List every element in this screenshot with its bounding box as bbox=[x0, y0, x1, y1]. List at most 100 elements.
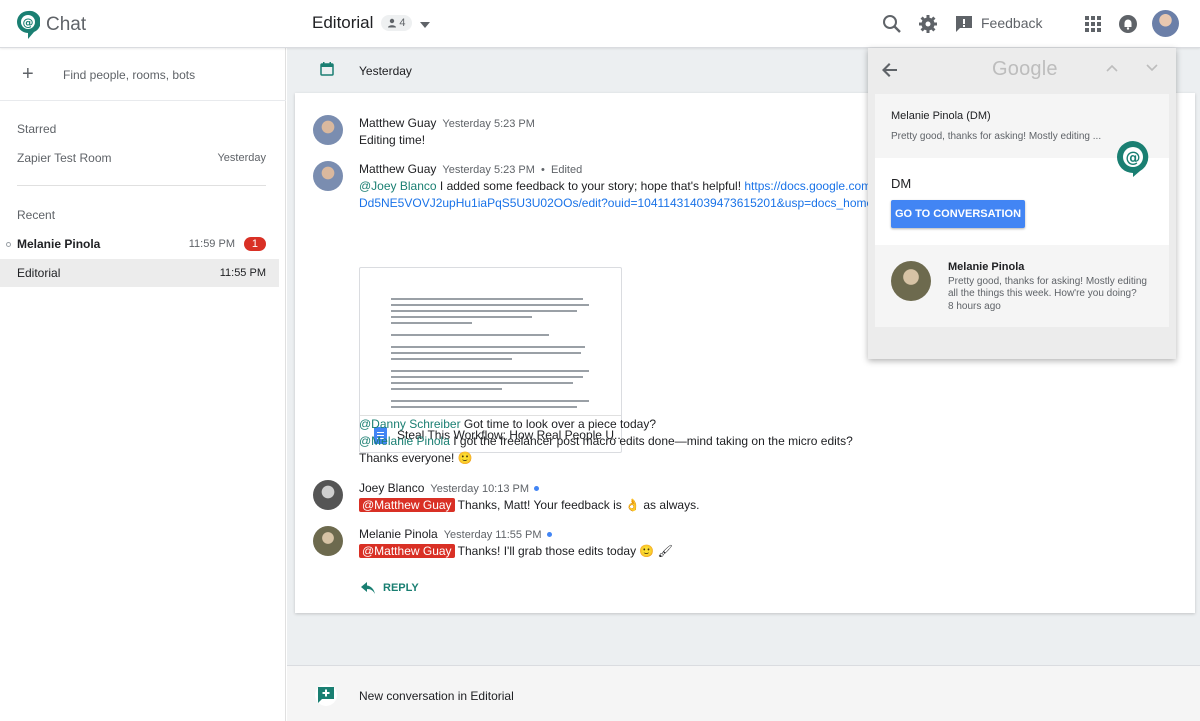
settings-button[interactable] bbox=[916, 12, 940, 36]
svg-text:@: @ bbox=[23, 16, 34, 29]
presence-indicator bbox=[6, 242, 11, 247]
person-icon bbox=[388, 18, 397, 28]
new-conversation-button[interactable]: New conversation in Editorial bbox=[287, 665, 1200, 721]
member-count-chip[interactable]: 4 bbox=[381, 15, 412, 31]
message-text: @Matthew Guay Thanks! I'll grab those ed… bbox=[359, 543, 673, 560]
room-name: Editorial bbox=[17, 266, 61, 280]
top-bar: @ Chat Editorial 4 Feedback bbox=[0, 0, 1200, 48]
message-time: 8 hours ago bbox=[948, 301, 1001, 312]
message-text: @Joey Blanco I added some feedback to yo… bbox=[359, 179, 888, 193]
avatar[interactable] bbox=[313, 161, 343, 191]
chevron-down-icon bbox=[419, 22, 430, 28]
member-count: 4 bbox=[399, 17, 406, 29]
sender-name: Melanie Pinola bbox=[948, 261, 1025, 273]
apps-button[interactable] bbox=[1081, 12, 1105, 36]
author-name[interactable]: Matthew Guay bbox=[359, 116, 436, 130]
search-icon bbox=[883, 15, 901, 33]
room-menu-dropdown[interactable] bbox=[419, 13, 430, 33]
calendar-icon bbox=[320, 62, 334, 76]
room-time: 11:59 PM bbox=[188, 238, 235, 250]
mention[interactable]: @Melanie Pinola bbox=[359, 434, 450, 448]
reply-icon bbox=[361, 582, 375, 594]
new-conversation-icon bbox=[315, 684, 337, 706]
sidebar-item-melanie-pinola[interactable]: Melanie Pinola 11:59 PM 1 bbox=[0, 230, 279, 258]
app-name: Chat bbox=[46, 14, 87, 35]
chat-logo[interactable]: @ Chat bbox=[16, 10, 86, 40]
message-time: Yesterday 5:23 PM bbox=[442, 118, 535, 130]
feedback-button[interactable] bbox=[952, 12, 976, 36]
account-avatar[interactable] bbox=[1152, 10, 1179, 37]
room-name: Zapier Test Room bbox=[17, 151, 112, 165]
message-link-continued: Dd5NE5VOVJ2upHu1iaPqS5U3U02OOs/edit?ouid… bbox=[359, 195, 897, 212]
unread-badge: 1 bbox=[243, 237, 266, 251]
unread-dot bbox=[534, 486, 540, 492]
chat-logo-icon: @ bbox=[17, 10, 40, 39]
sidebar-divider bbox=[17, 185, 266, 186]
gear-icon bbox=[919, 15, 937, 33]
message-header: Joey Blanco Yesterday 10:13 PM bbox=[359, 481, 540, 495]
self-mention[interactable]: @Matthew Guay bbox=[359, 544, 455, 558]
chevron-up-icon[interactable] bbox=[1106, 64, 1118, 72]
message-text: Thanks everyone! 🙂 bbox=[359, 451, 473, 465]
search-button[interactable] bbox=[880, 12, 904, 36]
find-label: Find people, rooms, bots bbox=[63, 68, 196, 82]
avatar[interactable] bbox=[313, 480, 343, 510]
new-conversation-label: New conversation in Editorial bbox=[359, 689, 514, 703]
message-text: @Melanie Pinola I got the freelancer pos… bbox=[359, 434, 853, 448]
message-text: Editing time! bbox=[359, 133, 426, 147]
edited-label: • Edited bbox=[534, 164, 583, 176]
notification-preview: Pretty good, thanks for asking! Mostly e… bbox=[891, 131, 1102, 142]
message-header: Melanie Pinola Yesterday 11:55 PM bbox=[359, 527, 552, 541]
notifications-icon bbox=[1119, 15, 1137, 33]
notifications-popup: Google Melanie Pinola (DM) Pretty good, … bbox=[868, 48, 1176, 359]
reply-button[interactable]: REPLY bbox=[361, 582, 419, 594]
message-text: @Danny Schreiber Got time to look over a… bbox=[359, 417, 657, 431]
message-time: Yesterday 11:55 PM bbox=[443, 529, 542, 541]
unread-dot bbox=[546, 532, 552, 538]
message-text: @Matthew Guay Thanks, Matt! Your feedbac… bbox=[359, 497, 699, 514]
message-header: Matthew Guay Yesterday 5:23 PM bbox=[359, 116, 535, 130]
plus-icon: + bbox=[22, 63, 34, 85]
recent-heading: Recent bbox=[17, 208, 56, 222]
feedback-icon bbox=[956, 16, 972, 32]
conversation-type: DM bbox=[891, 176, 912, 191]
avatar[interactable] bbox=[313, 526, 343, 556]
avatar[interactable] bbox=[313, 115, 343, 145]
svg-text:@: @ bbox=[1126, 149, 1141, 167]
google-brand: Google bbox=[992, 58, 1058, 80]
room-title: Editorial bbox=[312, 13, 374, 32]
message-time: Yesterday 5:23 PM bbox=[442, 164, 535, 176]
avatar bbox=[891, 261, 931, 301]
message-preview: Pretty good, thanks for asking! Mostly e… bbox=[948, 276, 1147, 299]
sidebar-item-editorial[interactable]: Editorial 11:55 PM bbox=[0, 259, 279, 287]
room-time: 11:55 PM bbox=[219, 267, 266, 279]
link[interactable]: Dd5NE5VOVJ2upHu1iaPqS5U3U02OOs/edit?ouid… bbox=[359, 196, 897, 210]
back-arrow-icon[interactable] bbox=[882, 62, 898, 78]
sidebar: + Find people, rooms, bots Starred Zapie… bbox=[0, 48, 286, 721]
link[interactable]: https://docs.google.com/do bbox=[744, 179, 887, 193]
mention[interactable]: @Joey Blanco bbox=[359, 179, 437, 193]
author-name[interactable]: Matthew Guay bbox=[359, 162, 436, 176]
message-time: Yesterday 10:13 PM bbox=[430, 483, 530, 495]
chevron-down-icon[interactable] bbox=[1146, 64, 1158, 72]
notification-message-card[interactable]: Melanie Pinola Pretty good, thanks for a… bbox=[875, 245, 1169, 327]
notification-title: Melanie Pinola (DM) bbox=[891, 110, 991, 122]
room-time: Yesterday bbox=[217, 152, 266, 164]
sidebar-item-zapier-test-room[interactable]: Zapier Test Room Yesterday bbox=[0, 144, 279, 172]
find-people-button[interactable]: + Find people, rooms, bots bbox=[0, 48, 286, 101]
notifications-button[interactable] bbox=[1116, 12, 1140, 36]
apps-grid-icon bbox=[1085, 16, 1101, 32]
author-name[interactable]: Joey Blanco bbox=[359, 481, 424, 495]
document-thumbnail bbox=[360, 268, 621, 416]
message-header: Matthew Guay Yesterday 5:23 PM • Edited bbox=[359, 162, 582, 176]
room-title-area[interactable]: Editorial 4 bbox=[312, 13, 430, 33]
starred-heading: Starred bbox=[17, 122, 57, 136]
reply-label: REPLY bbox=[383, 582, 419, 594]
self-mention[interactable]: @Matthew Guay bbox=[359, 498, 455, 512]
chat-app-icon: @ bbox=[1117, 141, 1149, 177]
author-name[interactable]: Melanie Pinola bbox=[359, 527, 438, 541]
feedback-label[interactable]: Feedback bbox=[981, 15, 1042, 31]
go-to-conversation-button[interactable]: GO TO CONVERSATION bbox=[891, 200, 1025, 228]
mention[interactable]: @Danny Schreiber bbox=[359, 417, 461, 431]
date-label: Yesterday bbox=[359, 64, 412, 78]
